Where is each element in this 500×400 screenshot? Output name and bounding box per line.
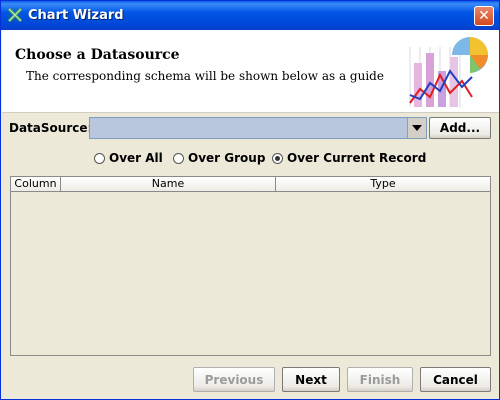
chart-logo-icon xyxy=(406,37,490,109)
radio-over-all[interactable]: Over All xyxy=(94,151,163,165)
add-datasource-button[interactable]: Add... xyxy=(429,117,491,139)
radio-checked-icon[interactable] xyxy=(272,152,283,164)
window-title: Chart Wizard xyxy=(28,8,124,23)
radio-circle-icon[interactable] xyxy=(94,152,105,164)
radio-label: Over All xyxy=(109,151,163,165)
datasource-label: DataSource: xyxy=(9,121,93,135)
scope-radio-group: Over All Over Group Over Current Record xyxy=(1,151,499,169)
close-icon: ✕ xyxy=(478,8,490,24)
radio-label: Over Group xyxy=(188,151,266,165)
finish-button[interactable]: Finish xyxy=(347,367,413,392)
radio-circle-icon[interactable] xyxy=(173,152,184,164)
chart-wizard-app-icon xyxy=(7,7,23,23)
column-header-name[interactable]: Name xyxy=(61,177,276,192)
schema-table[interactable]: Column Name Type xyxy=(10,176,491,356)
chart-wizard-window: Chart Wizard ✕ Choose a Datasource The c… xyxy=(0,0,500,400)
radio-label: Over Current Record xyxy=(287,151,427,165)
previous-button[interactable]: Previous xyxy=(193,367,275,392)
step-heading: Choose a Datasource xyxy=(15,47,180,63)
column-header-type[interactable]: Type xyxy=(276,177,490,192)
column-header-column[interactable]: Column xyxy=(11,177,61,192)
close-button[interactable]: ✕ xyxy=(474,6,494,26)
datasource-dropdown[interactable] xyxy=(89,117,427,139)
next-button[interactable]: Next xyxy=(282,367,340,392)
step-subtitle: The corresponding schema will be shown b… xyxy=(26,69,384,83)
wizard-header: Choose a Datasource The corresponding sc… xyxy=(2,30,499,113)
dropdown-arrow-icon[interactable] xyxy=(407,118,426,138)
radio-over-group[interactable]: Over Group xyxy=(173,151,265,165)
radio-over-current-record[interactable]: Over Current Record xyxy=(272,151,426,165)
cancel-button[interactable]: Cancel xyxy=(420,367,491,392)
title-bar[interactable]: Chart Wizard ✕ xyxy=(1,1,499,30)
